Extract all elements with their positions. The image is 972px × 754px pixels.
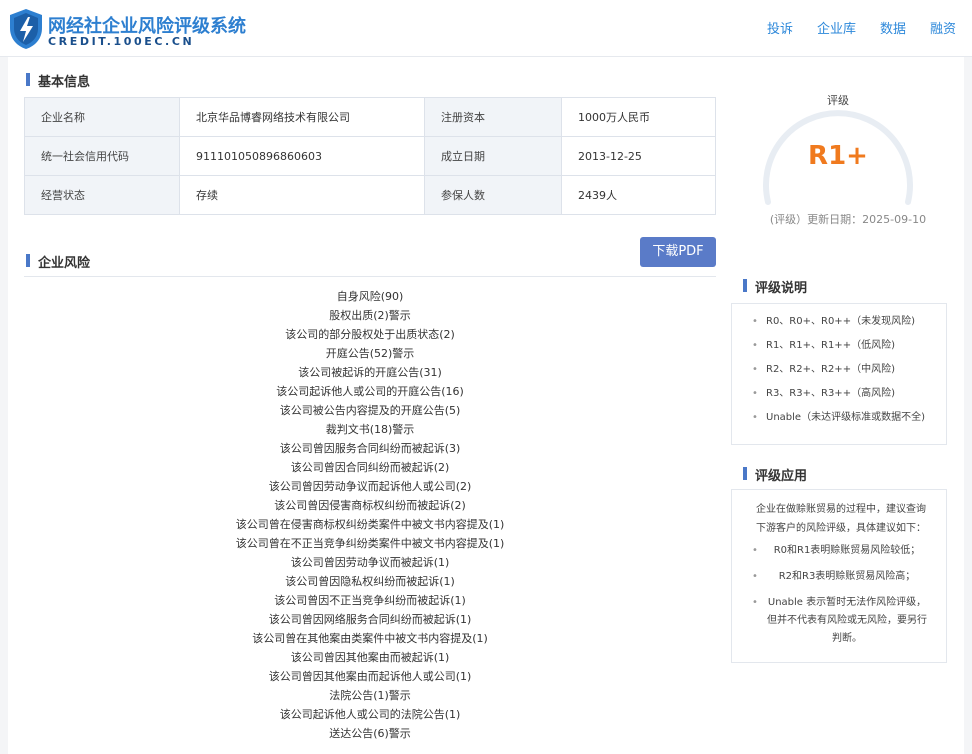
value-insured-count: 2439人 — [561, 175, 716, 215]
risk-item: 该公司曾因侵害商标权纠纷而被起诉(2) — [274, 499, 466, 512]
explain-item: R3、R3+、R3++（高风险) — [752, 382, 932, 406]
divider — [24, 276, 716, 277]
risk-item: 该公司曾因其他案由而被起诉(1) — [290, 651, 450, 664]
rating-application-title: 评级应用 — [741, 465, 807, 484]
shield-lightning-icon[interactable] — [8, 8, 44, 50]
risk-item: 该公司曾在其他案由类案件中被文书内容提及(1) — [252, 632, 488, 645]
label-credit-code: 统一社会信用代码 — [24, 136, 180, 176]
risk-item: 该公司曾因劳动争议而起诉他人或公司(2) — [268, 480, 472, 493]
risk-item: 该公司曾因服务合同纠纷而被起诉(3) — [279, 442, 461, 455]
application-list: R0和R1表明赊账贸易风险较低； R2和R3表明赊账贸易风险高； Unable 表示… — [732, 538, 946, 662]
label-status: 经营状态 — [24, 175, 180, 215]
explain-item: R2、R2+、R2++（中风险) — [752, 358, 932, 382]
risk-list: 自身风险(90) 股权出质(2)警示该公司的部分股权处于出质状态(2) 开庭公告(5… — [24, 287, 716, 743]
risk-item: 该公司曾因劳动争议而被起诉(1) — [290, 556, 450, 569]
risk-item: 开庭公告(52)警示 — [325, 347, 415, 360]
risk-item: 该公司曾因网络服务合同纠纷而被起诉(1) — [268, 613, 472, 626]
risk-item: 自身风险(90) — [336, 290, 404, 303]
application-item: R2和R3表明赊账贸易风险高； — [752, 568, 930, 586]
risk-item: 该公司曾因不正当竞争纠纷而被起诉(1) — [274, 594, 466, 607]
rating-explain-panel: R0、R0+、R0++（未发现风险)R1、R1+、R1++（低风险)R2、R2+… — [731, 303, 947, 445]
risk-item: 该公司曾在不正当竞争纠纷类案件中被文书内容提及(1) — [235, 537, 505, 550]
rating-label: 评级 — [827, 94, 849, 107]
main-content: 基本信息 企业名称 北京华品博睿网络技术有限公司 注册资本 1000万人民币 统… — [8, 57, 964, 754]
table-row: 统一社会信用代码 911101050896860603 成立日期 2013-12… — [24, 136, 716, 176]
nav-company-library[interactable]: 企业库 — [817, 18, 856, 37]
top-nav: 投诉 企业库 数据 融资 — [767, 18, 956, 37]
explain-item: R1、R1+、R1++（低风险) — [752, 334, 932, 358]
risk-item: 该公司曾因其他案由而起诉他人或公司(1) — [268, 670, 472, 683]
rating-application-panel: 企业在做赊账贸易的过程中，建议查询下游客户的风险评级，具体建议如下： R0和R1… — [731, 489, 947, 663]
label-insured-count: 参保人数 — [424, 175, 562, 215]
download-pdf-button[interactable]: 下载PDF — [640, 237, 716, 267]
nav-financing[interactable]: 融资 — [930, 18, 956, 37]
label-registered-capital: 注册资本 — [424, 97, 562, 137]
risk-item: 该公司被公告内容提及的开庭公告(5) — [279, 404, 461, 417]
risk-item: 该公司起诉他人或公司的开庭公告(16) — [276, 385, 464, 398]
risk-item: 裁判文书(18)警示 — [325, 423, 415, 436]
label-company-name: 企业名称 — [24, 97, 180, 137]
application-item: Unable 表示暂时无法作风险评级，但并不代表有风险或无风险，要另行判断。 — [752, 594, 930, 648]
application-intro: 企业在做赊账贸易的过程中，建议查询下游客户的风险评级，具体建议如下： — [756, 504, 926, 534]
risk-item: 该公司被起诉的开庭公告(31) — [298, 366, 442, 379]
value-founded-date: 2013-12-25 — [561, 136, 716, 176]
basic-info-table: 企业名称 北京华品博睿网络技术有限公司 注册资本 1000万人民币 统一社会信用… — [24, 97, 716, 215]
label-founded-date: 成立日期 — [424, 136, 562, 176]
explain-item: R0、R0+、R0++（未发现风险) — [752, 310, 932, 334]
value-credit-code: 911101050896860603 — [179, 136, 425, 176]
rating-value: R1+ — [808, 141, 868, 171]
risk-item: 该公司的部分股权处于出质状态(2) — [285, 328, 455, 341]
table-row: 企业名称 北京华品博睿网络技术有限公司 注册资本 1000万人民币 — [24, 97, 716, 137]
rating-explain-list: R0、R0+、R0++（未发现风险)R1、R1+、R1++（低风险)R2、R2+… — [732, 304, 946, 436]
risk-item: 该公司曾因合同纠纷而被起诉(2) — [290, 461, 450, 474]
risk-item: 该公司起诉他人或公司的法院公告(1) — [279, 708, 461, 721]
nav-data[interactable]: 数据 — [880, 18, 906, 37]
table-row: 经营状态 存续 参保人数 2439人 — [24, 175, 716, 215]
top-header: 网经社企业风险评级系统 CREDIT.100EC.CN 投诉 企业库 数据 融资 — [0, 0, 972, 57]
rating-explain-title: 评级说明 — [741, 277, 807, 296]
risk-item: 送达公告(6)警示 — [329, 727, 411, 740]
risk-item: 法院公告(1)警示 — [329, 689, 411, 702]
logo-subtitle: CREDIT.100EC.CN — [48, 35, 195, 48]
rating-update-date: (评级）更新日期：2025-09-10 — [769, 213, 927, 226]
application-item: R0和R1表明赊账贸易风险较低； — [752, 542, 930, 560]
risk-item: 该公司曾在侵害商标权纠纷类案件中被文书内容提及(1) — [235, 518, 505, 531]
nav-complaint[interactable]: 投诉 — [767, 18, 793, 37]
explain-item: Unable（未达评级标准或数据不全) — [752, 406, 932, 430]
risk-title: 企业风险 — [24, 252, 90, 271]
value-registered-capital: 1000万人民币 — [561, 97, 716, 137]
risk-item: 股权出质(2)警示 — [329, 309, 411, 322]
value-status: 存续 — [179, 175, 425, 215]
basic-info-title: 基本信息 — [24, 71, 90, 90]
risk-item: 该公司曾因隐私权纠纷而被起诉(1) — [285, 575, 455, 588]
value-company-name: 北京华品博睿网络技术有限公司 — [179, 97, 425, 137]
